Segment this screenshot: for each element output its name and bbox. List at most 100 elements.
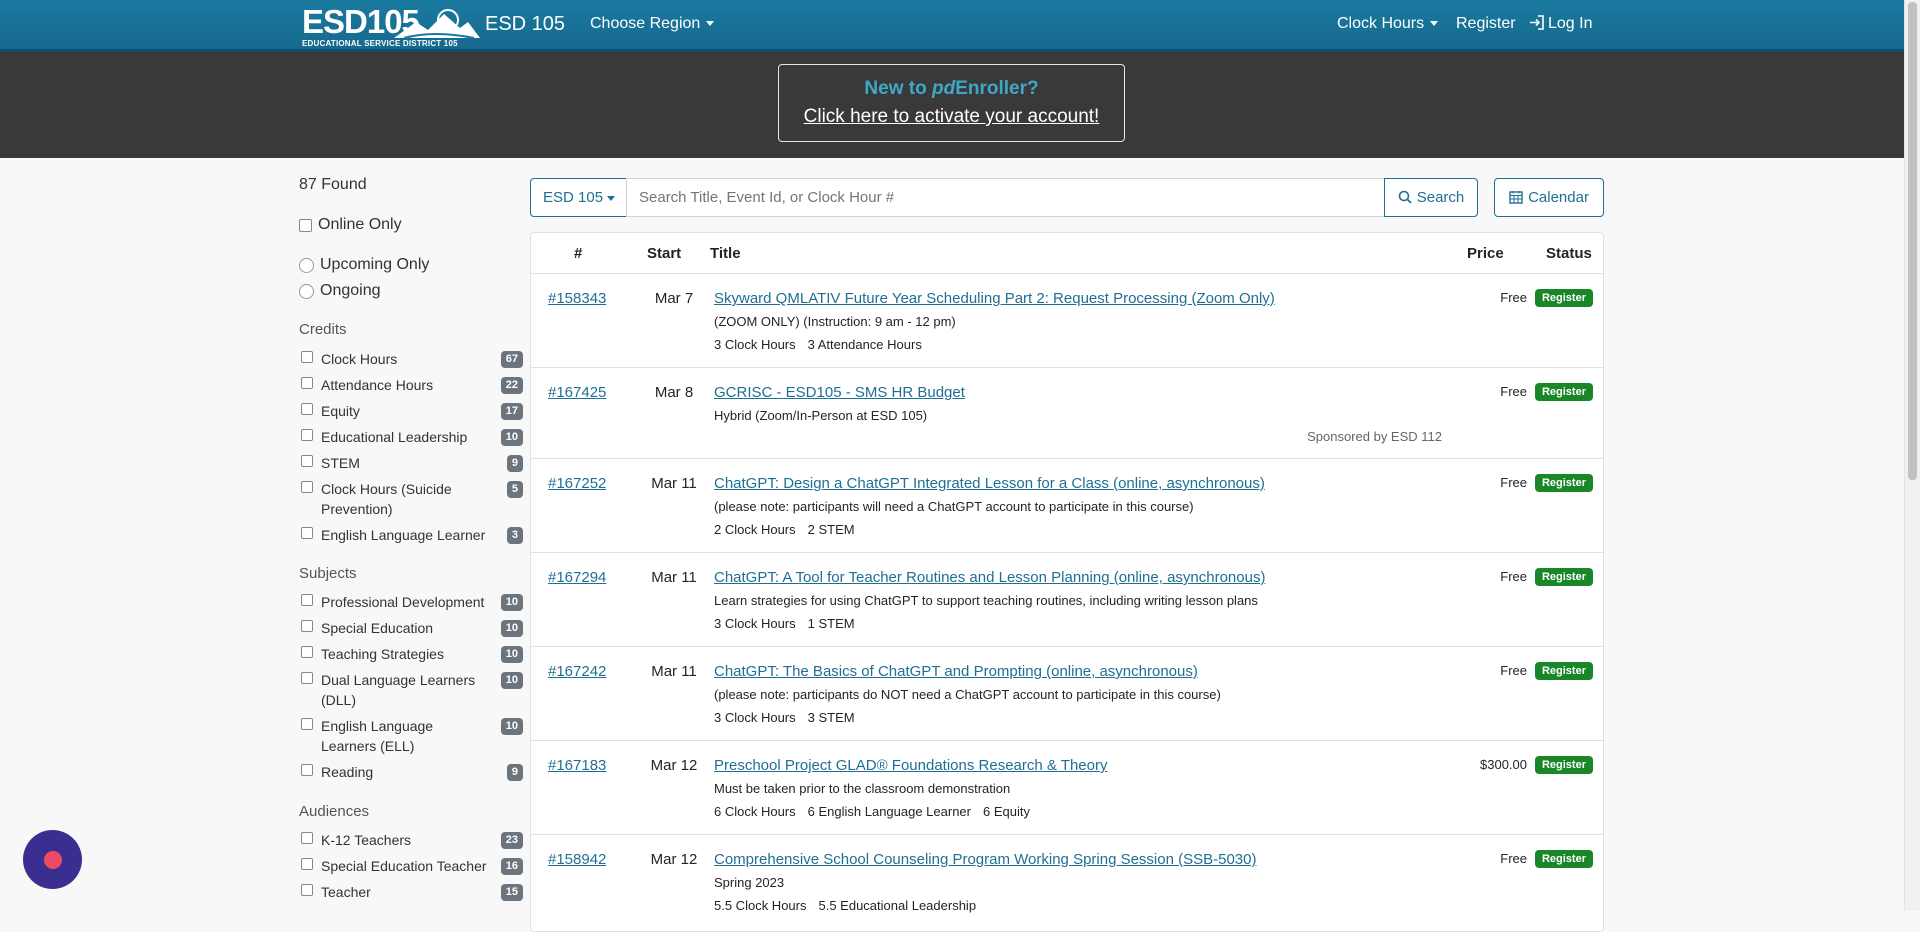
event-credits: 3 Clock Hours 1 STEM — [714, 616, 867, 631]
results-table: # Start Title Price Status #158343 Mar 7 S… — [530, 232, 1604, 932]
filter-label: Professional Development — [321, 594, 485, 610]
event-id-link[interactable]: #158343 — [548, 290, 606, 307]
register-link[interactable]: Register — [1456, 15, 1516, 33]
event-price: Free — [1500, 475, 1527, 490]
filter-label: Teacher — [321, 884, 371, 900]
choose-region-label: Choose Region — [590, 15, 701, 32]
register-button[interactable]: Register — [1534, 474, 1593, 492]
filter-checkbox[interactable] — [301, 481, 313, 493]
filter-checkbox[interactable] — [301, 527, 313, 539]
activate-account-link[interactable]: Click here to activate your account! — [779, 106, 1124, 128]
event-price: Free — [1500, 851, 1527, 866]
online-only-checkbox[interactable] — [299, 218, 312, 232]
event-id-link[interactable]: #167242 — [548, 663, 606, 680]
event-title-link[interactable]: ChatGPT: A Tool for Teacher Routines and… — [714, 569, 1265, 586]
register-button[interactable]: Register — [1534, 289, 1593, 307]
event-title-link[interactable]: GCRISC - ESD105 - SMS HR Budget — [714, 384, 965, 401]
calendar-icon — [1509, 191, 1523, 204]
filter-count-badge: 22 — [500, 377, 523, 394]
upcoming-only-radio[interactable] — [299, 257, 314, 273]
filter-label: Equity — [321, 403, 360, 419]
event-price: Free — [1500, 290, 1527, 305]
event-title-link[interactable]: Skyward QMLATIV Future Year Scheduling P… — [714, 290, 1275, 307]
calendar-button-label: Calendar — [1528, 189, 1589, 206]
clock-hours-dropdown[interactable]: Clock Hours — [1337, 15, 1439, 33]
filter-count-badge: 3 — [506, 527, 523, 544]
filter-checkbox[interactable] — [301, 884, 313, 896]
activation-banner: New to pdEnroller? Click here to activat… — [0, 52, 1904, 158]
login-link[interactable]: Log In — [1529, 15, 1592, 33]
activation-box[interactable]: New to pdEnroller? Click here to activat… — [778, 64, 1125, 142]
table-row: #158942 Mar 12 Comprehensive School Counse… — [531, 834, 1603, 928]
filter-checkbox[interactable] — [301, 718, 313, 730]
logo-subtext: EDUCATIONAL SERVICE DISTRICT 105 — [302, 39, 458, 48]
scrollbar-thumb[interactable] — [1908, 2, 1917, 480]
event-title-link[interactable]: ChatGPT: The Basics of ChatGPT and Promp… — [714, 663, 1198, 680]
filter-label: K-12 Teachers — [321, 832, 412, 848]
col-header-title: Title — [710, 245, 741, 262]
filter-checkbox[interactable] — [301, 403, 313, 415]
page-scrollbar[interactable] — [1904, 0, 1920, 911]
filter-label: English Language Learners (ELL) — [321, 718, 434, 754]
credit-item: 3 Clock Hours — [714, 710, 796, 725]
event-description: Hybrid (Zoom/In-Person at ESD 105) — [714, 408, 928, 423]
register-button[interactable]: Register — [1534, 662, 1593, 680]
results-count: 87 Found — [299, 176, 367, 193]
table-row: #167242 Mar 11 ChatGPT: The Basics of Chat… — [531, 646, 1603, 740]
filter-count-badge: 10 — [500, 672, 523, 689]
filter-checkbox[interactable] — [301, 764, 313, 776]
audiences-header: Audiences — [299, 803, 370, 820]
col-header-price: Price — [1467, 245, 1504, 262]
register-button[interactable]: Register — [1534, 850, 1593, 868]
filter-checkbox[interactable] — [301, 646, 313, 658]
event-id-link[interactable]: #167294 — [548, 569, 606, 586]
event-title-link[interactable]: ChatGPT: Design a ChatGPT Integrated Les… — [714, 475, 1265, 492]
filter-checkbox[interactable] — [301, 672, 313, 684]
event-start-date: Mar 12 — [650, 851, 698, 868]
calendar-button[interactable]: Calendar — [1494, 178, 1604, 217]
filter-checkbox[interactable] — [301, 620, 313, 632]
event-id-link[interactable]: #167425 — [548, 384, 606, 401]
event-title-link[interactable]: Comprehensive School Counseling Program … — [714, 851, 1257, 868]
choose-region-dropdown[interactable]: Choose Region — [590, 15, 715, 33]
esd105-logo[interactable]: ESD105 EDUCATIONAL SERVICE DISTRICT 105 — [300, 4, 480, 48]
credit-item: 3 Attendance Hours — [807, 337, 922, 352]
chat-widget-button[interactable] — [23, 830, 82, 889]
register-button[interactable]: Register — [1534, 568, 1593, 586]
filter-count-badge: 10 — [500, 594, 523, 611]
register-button[interactable]: Register — [1534, 756, 1593, 774]
filter-checkbox[interactable] — [301, 594, 313, 606]
filter-checkbox[interactable] — [301, 429, 313, 441]
ongoing-radio[interactable] — [299, 283, 314, 299]
search-input[interactable] — [626, 178, 1385, 217]
filter-checkbox[interactable] — [301, 832, 313, 844]
event-title-link[interactable]: Preschool Project GLAD® Foundations Rese… — [714, 757, 1107, 774]
region-select-button[interactable]: ESD 105 — [530, 178, 627, 217]
credit-item: 6 English Language Learner — [807, 804, 971, 819]
search-button[interactable]: Search — [1384, 178, 1478, 217]
filter-label: STEM — [321, 455, 360, 471]
event-price: Free — [1500, 569, 1527, 584]
event-id-link[interactable]: #167252 — [548, 475, 606, 492]
filter-count-badge: 15 — [500, 884, 523, 901]
banner-heading: New to pdEnroller? — [779, 78, 1124, 100]
online-only-label: Online Only — [318, 216, 402, 233]
upcoming-only-filter[interactable]: Upcoming Only — [299, 256, 429, 274]
ongoing-filter[interactable]: Ongoing — [299, 282, 381, 300]
event-start-date: Mar 11 — [651, 475, 697, 492]
brand-name[interactable]: ESD 105 — [485, 13, 565, 36]
event-start-date: Mar 7 — [654, 290, 694, 307]
filter-checkbox[interactable] — [301, 455, 313, 467]
register-button[interactable]: Register — [1534, 383, 1593, 401]
event-description: Must be taken prior to the classroom dem… — [714, 781, 1011, 796]
filter-count-badge: 10 — [500, 620, 523, 637]
filter-checkbox[interactable] — [301, 377, 313, 389]
event-id-link[interactable]: #158942 — [548, 851, 606, 868]
filter-count-badge: 9 — [506, 455, 523, 472]
filter-checkbox[interactable] — [301, 351, 313, 363]
online-only-filter[interactable]: Online Only — [299, 216, 402, 234]
col-header-num: # — [574, 245, 583, 262]
upcoming-only-label: Upcoming Only — [320, 256, 430, 273]
filter-checkbox[interactable] — [301, 858, 313, 870]
event-id-link[interactable]: #167183 — [548, 757, 606, 774]
